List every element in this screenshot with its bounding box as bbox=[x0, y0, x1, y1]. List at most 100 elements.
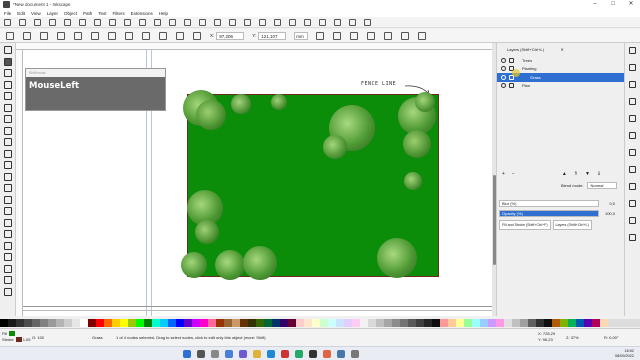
tree-canopy[interactable] bbox=[215, 250, 245, 280]
palette-swatch[interactable] bbox=[96, 319, 104, 327]
3d-box-tool-icon[interactable] bbox=[3, 103, 12, 112]
save-icon[interactable] bbox=[34, 18, 41, 26]
ungroup-icon[interactable] bbox=[274, 18, 281, 26]
palette-swatch[interactable] bbox=[152, 319, 160, 327]
tree-canopy[interactable] bbox=[231, 94, 251, 114]
bottom-layer-icon[interactable]: ⇓ bbox=[597, 171, 601, 177]
object-to-path-icon[interactable] bbox=[316, 31, 325, 40]
unlink-clone-icon[interactable] bbox=[244, 18, 251, 26]
horizontal-ruler[interactable] bbox=[16, 43, 492, 50]
snap-options-icon[interactable] bbox=[418, 31, 427, 40]
export-icon[interactable] bbox=[79, 18, 86, 26]
snap-rotation-center-icon[interactable] bbox=[629, 166, 636, 173]
eraser-tool-icon[interactable] bbox=[3, 241, 12, 250]
snap-paths-icon[interactable] bbox=[629, 98, 636, 105]
layers-dock-tab[interactable]: Layers (Shift+Ctrl+L) bbox=[552, 220, 592, 230]
palette-swatch[interactable] bbox=[376, 319, 384, 327]
redo-icon[interactable] bbox=[109, 18, 116, 26]
spray-tool-icon[interactable] bbox=[3, 230, 12, 238]
app-icon[interactable] bbox=[281, 350, 289, 358]
fill-stroke-indicator[interactable]: Fill Stroke 1,05 bbox=[2, 331, 30, 343]
tree-canopy[interactable] bbox=[243, 246, 277, 280]
snap-grid-icon[interactable] bbox=[629, 217, 636, 224]
palette-swatch[interactable] bbox=[576, 319, 584, 327]
palette-swatch[interactable] bbox=[40, 319, 48, 327]
connector-tool-icon[interactable] bbox=[3, 253, 12, 261]
show-transform-handles-icon[interactable] bbox=[384, 31, 393, 40]
show-clip-icon[interactable] bbox=[350, 31, 359, 40]
rotate-value[interactable]: 0,00° bbox=[609, 335, 618, 340]
chat-icon[interactable] bbox=[239, 350, 247, 358]
palette-swatch[interactable] bbox=[296, 319, 304, 327]
palette-swatch[interactable] bbox=[168, 319, 176, 327]
layers-icon[interactable] bbox=[319, 18, 326, 26]
menu-edit[interactable]: Edit bbox=[17, 11, 25, 16]
clone-icon[interactable] bbox=[229, 18, 236, 26]
tree-canopy[interactable] bbox=[181, 252, 207, 278]
pencil-tool-icon[interactable] bbox=[3, 126, 12, 135]
palette-swatch[interactable] bbox=[136, 319, 144, 327]
blur-value[interactable]: 0,0 bbox=[599, 201, 615, 206]
palette-swatch[interactable] bbox=[24, 319, 32, 327]
menu-layer[interactable]: Layer bbox=[47, 11, 58, 16]
new-document-icon[interactable] bbox=[4, 18, 11, 26]
search-icon[interactable] bbox=[197, 350, 205, 358]
palette-swatch[interactable] bbox=[216, 319, 224, 327]
duplicate-icon[interactable] bbox=[214, 18, 221, 26]
menu-text[interactable]: Text bbox=[98, 11, 106, 16]
snap-guide-icon[interactable] bbox=[629, 234, 636, 241]
palette-swatch[interactable] bbox=[160, 319, 168, 327]
fill-stroke-icon[interactable] bbox=[289, 18, 296, 26]
palette-swatch[interactable] bbox=[448, 319, 456, 327]
palette-swatch[interactable] bbox=[184, 319, 192, 327]
menu-filters[interactable]: Filters bbox=[113, 11, 125, 16]
group-icon[interactable] bbox=[259, 18, 266, 26]
snap-centers-icon[interactable] bbox=[629, 149, 636, 156]
line-segment-icon[interactable] bbox=[176, 31, 184, 40]
layer-row-trees[interactable]: Trees bbox=[497, 56, 625, 65]
palette-swatch[interactable] bbox=[504, 319, 512, 327]
palette-swatch[interactable] bbox=[56, 319, 64, 327]
calligraphy-tool-icon[interactable] bbox=[3, 149, 12, 158]
palette-swatch[interactable] bbox=[8, 319, 16, 327]
snap-nodes-icon[interactable] bbox=[629, 81, 636, 88]
palette-swatch[interactable] bbox=[16, 319, 24, 327]
palette-swatch[interactable] bbox=[592, 319, 600, 327]
smooth-node-icon[interactable] bbox=[125, 31, 133, 40]
menu-view[interactable]: View bbox=[31, 11, 41, 16]
symmetric-node-icon[interactable] bbox=[142, 31, 150, 40]
opacity-indicator[interactable]: O: 100 bbox=[32, 335, 44, 340]
remove-layer-icon[interactable]: − bbox=[512, 171, 515, 177]
break-path-icon[interactable] bbox=[57, 31, 65, 40]
palette-swatch[interactable] bbox=[440, 319, 448, 327]
inkscape-taskbar-icon[interactable] bbox=[309, 350, 317, 358]
stroke-to-path-icon[interactable] bbox=[333, 31, 342, 40]
palette-swatch[interactable] bbox=[536, 319, 544, 327]
snap-text-baseline-icon[interactable] bbox=[629, 183, 636, 190]
open-icon[interactable] bbox=[19, 18, 26, 26]
palette-swatch[interactable] bbox=[496, 319, 504, 327]
align-icon[interactable] bbox=[349, 18, 356, 26]
snap-enable-icon[interactable] bbox=[629, 47, 636, 54]
spiral-tool-icon[interactable] bbox=[3, 115, 12, 123]
palette-swatch[interactable] bbox=[144, 319, 152, 327]
palette-swatch[interactable] bbox=[480, 319, 488, 327]
palette-swatch[interactable] bbox=[72, 319, 80, 327]
widgets-icon[interactable] bbox=[225, 350, 233, 358]
undo-icon[interactable] bbox=[94, 18, 101, 26]
palette-swatch[interactable] bbox=[88, 319, 96, 327]
palette-swatch[interactable] bbox=[368, 319, 376, 327]
vertical-ruler[interactable] bbox=[16, 50, 23, 316]
palette-swatch[interactable] bbox=[352, 319, 360, 327]
snap-toggle-icon[interactable] bbox=[401, 31, 410, 40]
zoom-page-icon[interactable] bbox=[199, 18, 206, 26]
palette-swatch[interactable] bbox=[32, 319, 40, 327]
palette-swatch[interactable] bbox=[304, 319, 312, 327]
raise-layer-icon[interactable]: ▲ bbox=[562, 171, 567, 177]
palette-swatch[interactable] bbox=[360, 319, 368, 327]
palette-swatch[interactable] bbox=[256, 319, 264, 327]
palette-swatch[interactable] bbox=[568, 319, 576, 327]
y-input[interactable]: 121,107 bbox=[258, 31, 287, 40]
palette-swatch[interactable] bbox=[392, 319, 400, 327]
palette-swatch[interactable] bbox=[176, 319, 184, 327]
